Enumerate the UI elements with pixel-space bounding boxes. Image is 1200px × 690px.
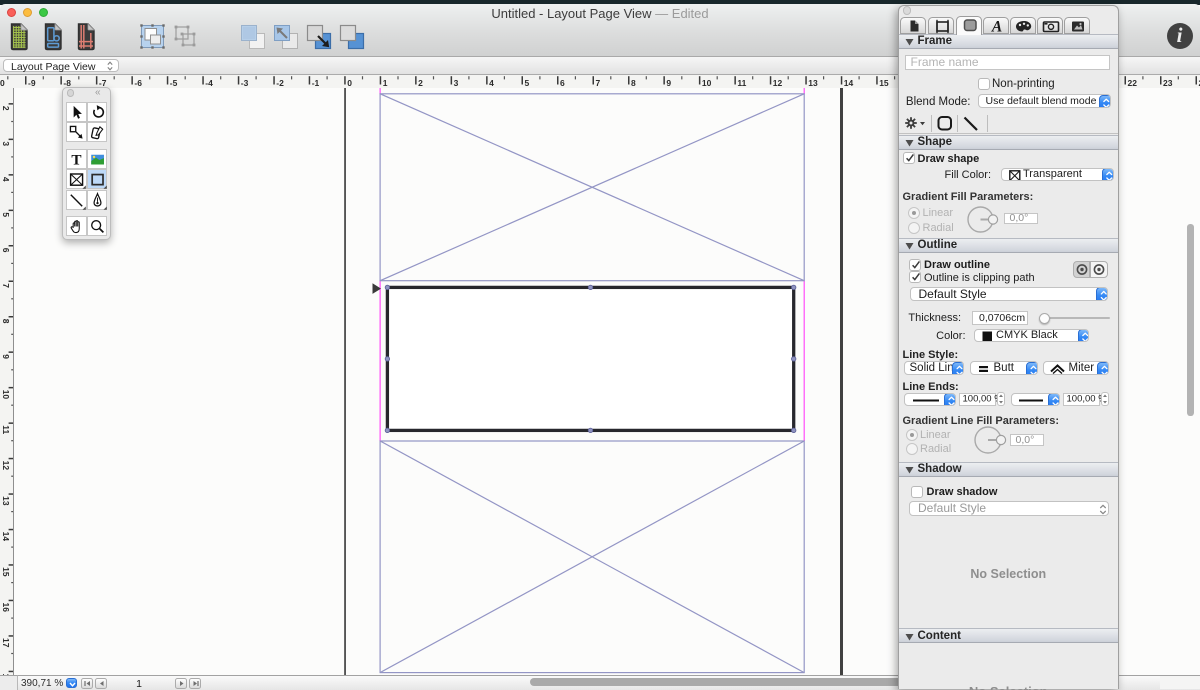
svg-text:15: 15 [879, 78, 889, 88]
svg-text:T: T [72, 151, 82, 168]
svg-text:9: 9 [666, 78, 671, 88]
svg-text:8: 8 [1, 319, 11, 324]
svg-text:10: 10 [1, 390, 11, 400]
svg-text:12: 12 [1, 461, 11, 471]
svg-text:-5: -5 [170, 78, 178, 88]
svg-text:2: 2 [1, 106, 11, 111]
svg-text:13: 13 [1, 496, 11, 506]
svg-text:-10: -10 [0, 78, 5, 88]
svg-text:8: 8 [631, 78, 636, 88]
svg-text:0: 0 [347, 78, 352, 88]
svg-text:15: 15 [1, 567, 11, 577]
svg-text:6: 6 [560, 78, 565, 88]
svg-text:23: 23 [1163, 78, 1173, 88]
svg-text:14: 14 [844, 78, 854, 88]
svg-text:-1: -1 [312, 78, 320, 88]
svg-text:3: 3 [1, 141, 11, 146]
svg-text:7: 7 [1, 283, 11, 288]
svg-text:A: A [990, 19, 1001, 35]
svg-text:-9: -9 [28, 78, 36, 88]
svg-text:12: 12 [773, 78, 783, 88]
svg-text:-4: -4 [205, 78, 213, 88]
svg-text:3: 3 [454, 78, 459, 88]
svg-text:11: 11 [737, 78, 746, 88]
svg-text:4: 4 [1, 177, 11, 182]
svg-text:9: 9 [1, 354, 11, 359]
svg-text:11: 11 [1, 425, 11, 434]
svg-text:17: 17 [1, 638, 11, 648]
svg-text:13: 13 [808, 78, 818, 88]
svg-text:-2: -2 [276, 78, 284, 88]
svg-text:10: 10 [702, 78, 712, 88]
svg-text:22: 22 [1128, 78, 1138, 88]
svg-text:7: 7 [596, 78, 601, 88]
svg-text:5: 5 [1, 212, 11, 217]
svg-text:16: 16 [1, 603, 11, 613]
svg-text:-3: -3 [241, 78, 249, 88]
svg-text:1: 1 [383, 78, 388, 88]
svg-text:6: 6 [1, 248, 11, 253]
svg-text:4: 4 [489, 78, 494, 88]
svg-text:2: 2 [418, 78, 423, 88]
svg-text:14: 14 [1, 532, 11, 542]
svg-text:5: 5 [525, 78, 530, 88]
svg-text:-6: -6 [134, 78, 142, 88]
